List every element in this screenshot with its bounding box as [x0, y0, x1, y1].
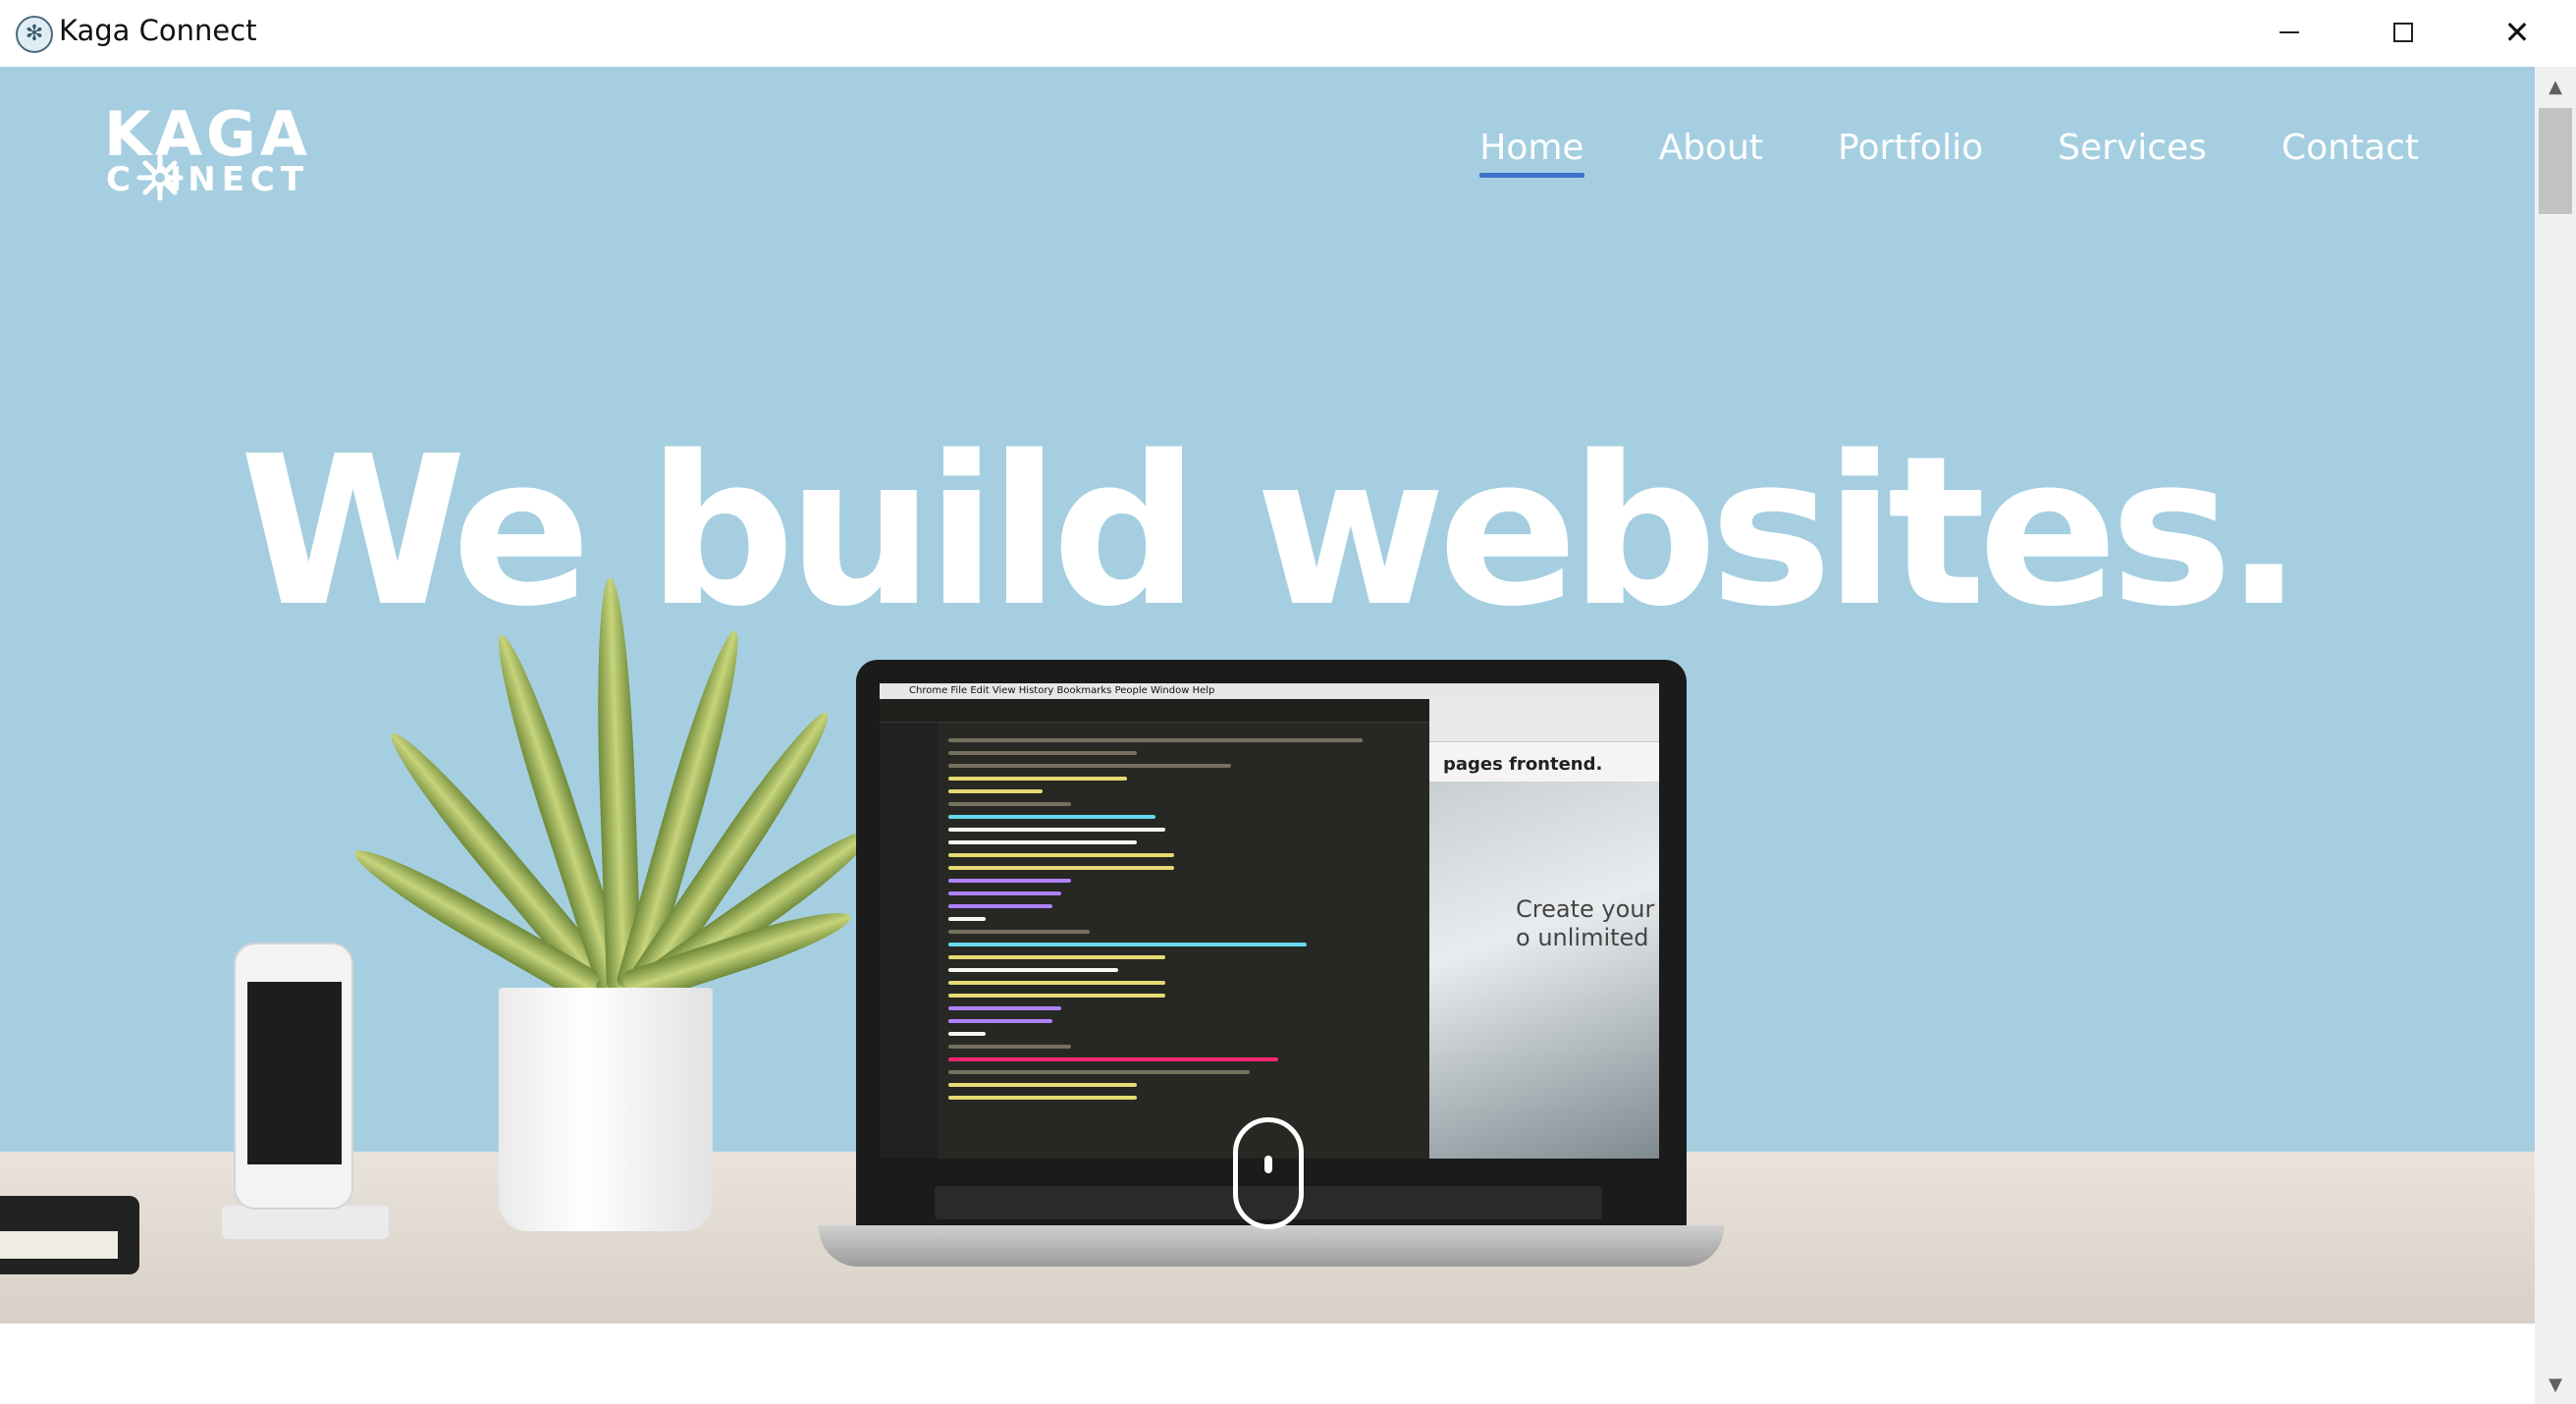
minimize-icon — [2280, 31, 2299, 33]
logo-snowflake-icon — [136, 154, 184, 201]
browser-hero-image — [1429, 782, 1659, 1159]
code-editor-image — [880, 699, 1429, 1159]
nav-services-link[interactable]: Services — [2058, 128, 2207, 178]
app-icon: ✻ — [16, 16, 53, 53]
plant-pot-image — [499, 988, 713, 1231]
minimize-button[interactable] — [2232, 0, 2346, 65]
scrollbar-thumb[interactable] — [2539, 108, 2572, 214]
window-title: Kaga Connect — [59, 14, 257, 47]
hero-headline: We build websites. — [239, 410, 2303, 652]
maximize-icon — [2393, 23, 2413, 42]
hero-section: KAGA C NNECT Home About Portfolio Servic… — [0, 67, 2535, 1323]
editor-file-tree — [880, 723, 939, 1159]
close-icon: ✕ — [2503, 14, 2531, 51]
code-lines — [948, 738, 1420, 1108]
maximize-button[interactable] — [2346, 0, 2460, 65]
book-pages — [0, 1231, 118, 1259]
main-nav: Home About Portfolio Services Contact — [1479, 128, 2419, 178]
close-button[interactable]: ✕ — [2460, 0, 2574, 65]
laptop-base — [819, 1225, 1724, 1267]
laptop-menubar-text: Chrome File Edit View History Bookmarks … — [880, 683, 1659, 699]
phone-image — [234, 943, 353, 1210]
phone-screen — [247, 982, 342, 1164]
book-image — [0, 1196, 139, 1274]
scroll-up-arrow-icon[interactable]: ▲ — [2535, 67, 2576, 106]
nav-about-link[interactable]: About — [1659, 128, 1763, 178]
nav-contact-link[interactable]: Contact — [2281, 128, 2419, 178]
nav-home-link[interactable]: Home — [1479, 128, 1584, 178]
browser-brand-text: pages frontend. — [1443, 754, 1603, 775]
phone-stand-image — [222, 1206, 389, 1239]
page-viewport: KAGA C NNECT Home About Portfolio Servic… — [0, 67, 2535, 1404]
scroll-down-icon[interactable] — [1233, 1117, 1304, 1229]
laptop-screen: Chrome File Edit View History Bookmarks … — [880, 683, 1659, 1159]
scroll-down-arrow-icon[interactable]: ▼ — [2535, 1365, 2576, 1404]
browser-toolbar — [1429, 699, 1659, 742]
nav-portfolio-link[interactable]: Portfolio — [1838, 128, 1983, 178]
scroll-wheel-dot — [1264, 1156, 1272, 1173]
window-titlebar: ✻ Kaga Connect ✕ — [0, 0, 2576, 67]
vertical-scrollbar[interactable]: ▲ ▼ — [2535, 67, 2576, 1404]
site-logo[interactable]: KAGA C NNECT — [102, 104, 338, 212]
browser-hero-text: Create your o unlimited — [1516, 895, 1655, 951]
editor-tabs — [880, 699, 1429, 723]
browser-preview-image: pages frontend. Create your o unlimited — [1429, 699, 1659, 1159]
